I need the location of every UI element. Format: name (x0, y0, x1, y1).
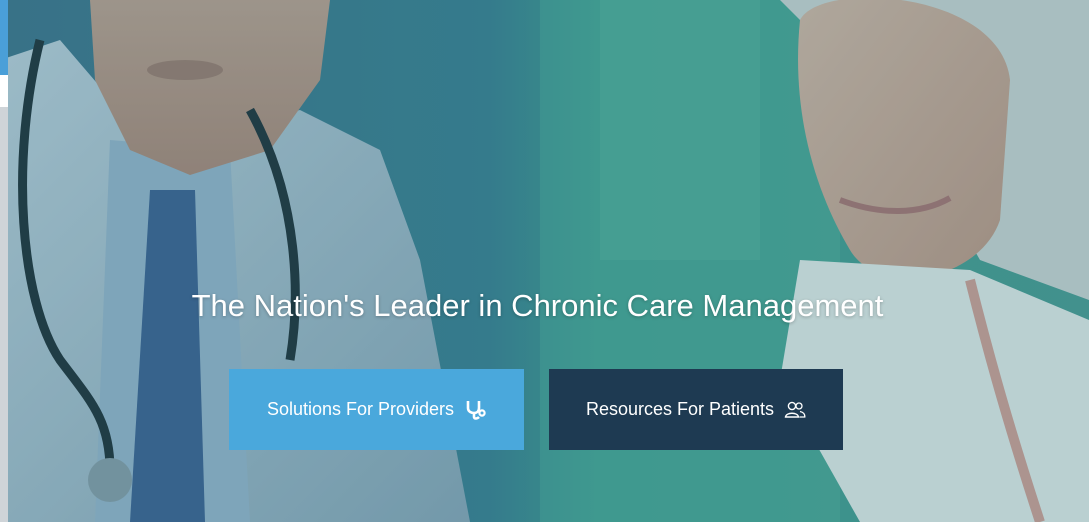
hero-headline: The Nation's Leader in Chronic Care Mana… (191, 288, 884, 323)
hero-photo (0, 0, 1089, 522)
people-icon (784, 400, 806, 420)
page-edge-strip (0, 0, 8, 522)
hero-banner: The Nation's Leader in Chronic Care Mana… (0, 0, 1089, 522)
stethoscope-icon (464, 399, 486, 421)
solutions-for-providers-label: Solutions For Providers (266, 399, 455, 419)
solutions-for-providers-button[interactable]: Solutions For Providers (229, 369, 524, 450)
resources-for-patients-button[interactable]: Resources For Patients (549, 369, 843, 450)
resources-for-patients-label: Resources For Patients (585, 399, 775, 419)
